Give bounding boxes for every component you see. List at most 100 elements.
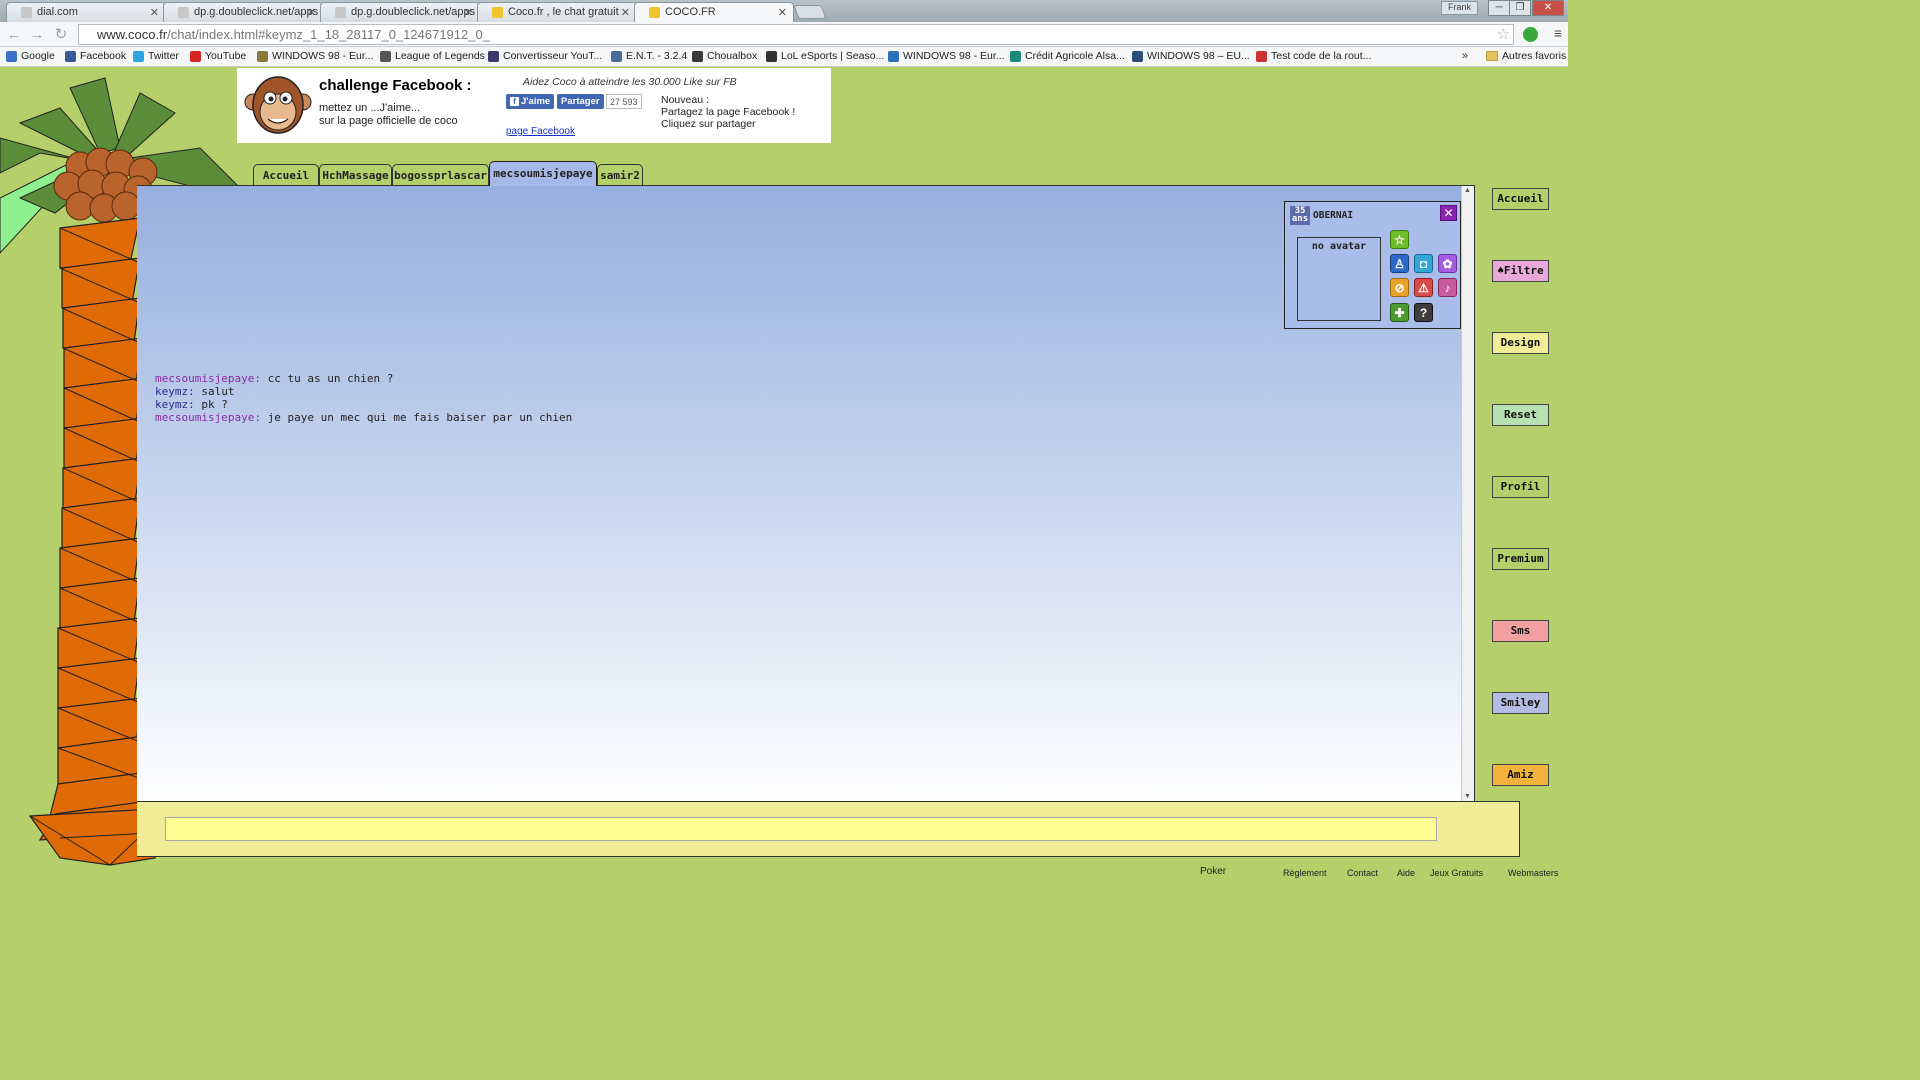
footer-link-aide[interactable]: Aide bbox=[1397, 868, 1415, 878]
choualbox-icon bbox=[692, 51, 703, 62]
amiz-button[interactable]: Amiz bbox=[1492, 764, 1549, 786]
browser-tab[interactable]: dial.com ✕ bbox=[6, 2, 166, 22]
message-input[interactable] bbox=[165, 817, 1437, 841]
message-text: pk ? bbox=[201, 398, 228, 411]
browser-tab[interactable]: Coco.fr , le chat gratuit ✕ bbox=[477, 2, 637, 22]
google-icon bbox=[6, 51, 17, 62]
close-tab-icon[interactable]: ✕ bbox=[150, 6, 159, 19]
chat-tab-bogossprlascar[interactable]: bogossprlascar bbox=[392, 164, 489, 185]
bookmark-windows98-2[interactable]: WINDOWS 98 - Eur... bbox=[888, 50, 1005, 62]
reload-icon[interactable]: ↻ bbox=[51, 25, 71, 45]
footer-link-contact[interactable]: Contact bbox=[1347, 868, 1378, 878]
message-nick[interactable]: keymz: bbox=[155, 385, 195, 398]
filtre-button[interactable]: ♠Filtre bbox=[1492, 260, 1549, 282]
message-text: cc tu as un chien ? bbox=[267, 372, 394, 385]
crown-icon bbox=[649, 7, 660, 18]
bookmark-youtube[interactable]: YouTube bbox=[190, 50, 246, 62]
design-button[interactable]: Design bbox=[1492, 332, 1549, 354]
chat-scrollbar[interactable]: ▲ ▼ bbox=[1461, 186, 1474, 801]
add-icon[interactable]: ✚ bbox=[1390, 303, 1409, 322]
youtube-icon bbox=[190, 51, 201, 62]
bookmark-ent[interactable]: E.N.T. - 3.2.4 bbox=[611, 50, 687, 62]
browser-tab-active[interactable]: COCO.FR ✕ bbox=[634, 2, 794, 22]
message-nick[interactable]: keymz: bbox=[155, 398, 195, 411]
browser-tab[interactable]: dp.g.doubleclick.net/apps ✕ bbox=[163, 2, 323, 22]
chat-tab-hchmassage[interactable]: HchMassage bbox=[319, 164, 392, 185]
page-icon bbox=[21, 7, 32, 18]
help-icon[interactable]: ? bbox=[1414, 303, 1433, 322]
camera-icon[interactable]: ◘ bbox=[1414, 254, 1433, 273]
twitter-icon bbox=[133, 51, 144, 62]
facebook-icon: f bbox=[510, 97, 519, 106]
facebook-like-button[interactable]: f J'aime bbox=[506, 94, 555, 109]
facebook-share-button[interactable]: Partager bbox=[557, 94, 604, 109]
accueil-button[interactable]: Accueil bbox=[1492, 188, 1549, 210]
microphone-icon[interactable]: ♪ bbox=[1438, 278, 1457, 297]
sms-button[interactable]: Sms bbox=[1492, 620, 1549, 642]
close-tab-icon[interactable]: ✕ bbox=[307, 6, 316, 19]
chat-tab-samir2[interactable]: samir2 bbox=[597, 164, 643, 185]
forward-icon[interactable]: → bbox=[27, 25, 47, 45]
flower-icon[interactable]: ✿ bbox=[1438, 254, 1457, 273]
other-bookmarks-folder[interactable]: Autres favoris bbox=[1486, 50, 1566, 62]
footer-link-poker[interactable]: Poker bbox=[1200, 866, 1226, 877]
bookmark-lol-esports[interactable]: LoL eSports | Seaso... bbox=[766, 50, 884, 62]
star-friend-icon[interactable]: ☆ bbox=[1390, 230, 1409, 249]
menu-icon[interactable]: ≡ bbox=[1554, 25, 1562, 41]
new-tab-button[interactable] bbox=[793, 5, 827, 19]
block-icon[interactable]: ⊘ bbox=[1390, 278, 1409, 297]
banner-line-2: sur la page officielle de coco bbox=[319, 115, 458, 127]
chat-tab-accueil[interactable]: Accueil bbox=[253, 164, 319, 185]
extension-icon[interactable] bbox=[1523, 27, 1538, 42]
bookmark-league[interactable]: League of Legends bbox=[380, 50, 485, 62]
monkey-logo-icon bbox=[244, 76, 312, 134]
close-tab-icon[interactable]: ✕ bbox=[778, 6, 787, 19]
bookmark-star-icon[interactable]: ☆ bbox=[1497, 25, 1510, 43]
back-icon[interactable]: ← bbox=[4, 25, 24, 45]
user-info-icon[interactable]: ♙ bbox=[1390, 254, 1409, 273]
message-text: salut bbox=[201, 385, 235, 398]
footer-link-jeux[interactable]: Jeux Gratuits bbox=[1430, 868, 1483, 878]
bookmark-windows98[interactable]: WINDOWS 98 - Eur... bbox=[257, 50, 374, 62]
reset-button[interactable]: Reset bbox=[1492, 404, 1549, 426]
close-profile-icon[interactable]: ✕ bbox=[1440, 205, 1457, 221]
crown-icon bbox=[492, 7, 503, 18]
address-bar[interactable]: www.coco.fr/chat/index.html#keymz_1_18_2… bbox=[78, 24, 1514, 45]
chat-tab-mecsoumisjepaye[interactable]: mecsoumisjepaye bbox=[489, 161, 597, 186]
banner-nouveau-heading: Nouveau : bbox=[661, 94, 709, 106]
close-tab-icon[interactable]: ✕ bbox=[621, 6, 630, 19]
message-nick[interactable]: mecsoumisjepaye: bbox=[155, 372, 261, 385]
browser-tab-label: Coco.fr , le chat gratuit bbox=[508, 6, 619, 18]
message-nick[interactable]: mecsoumisjepaye: bbox=[155, 411, 261, 424]
bookmark-windows98-3[interactable]: WINDOWS 98 – EU... bbox=[1132, 50, 1250, 62]
bookmarks-bar: Google Facebook Twitter YouTube WINDOWS … bbox=[0, 47, 1568, 67]
profile-user-badge[interactable]: Frank bbox=[1440, 1, 1478, 15]
bookmark-google[interactable]: Google bbox=[6, 50, 55, 62]
bookmark-facebook[interactable]: Facebook bbox=[65, 50, 126, 62]
facebook-page-link[interactable]: page Facebook bbox=[506, 126, 575, 137]
warning-icon[interactable]: ⚠ bbox=[1414, 278, 1433, 297]
bookmark-twitter[interactable]: Twitter bbox=[133, 50, 179, 62]
page-icon bbox=[257, 51, 268, 62]
restore-icon[interactable]: ❐ bbox=[1509, 0, 1531, 16]
bookmark-choualbox[interactable]: Choualbox bbox=[692, 50, 757, 62]
close-window-icon[interactable]: ✕ bbox=[1532, 0, 1564, 16]
scroll-up-icon[interactable]: ▲ bbox=[1464, 187, 1471, 194]
browser-tab[interactable]: dp.g.doubleclick.net/apps ✕ bbox=[320, 2, 480, 22]
page-icon bbox=[766, 51, 777, 62]
footer-link-webmasters[interactable]: Webmasters bbox=[1508, 868, 1558, 878]
bookmarks-overflow-button[interactable]: » bbox=[1462, 50, 1468, 62]
footer-link-reglement[interactable]: Règlement bbox=[1283, 868, 1327, 878]
smiley-button[interactable]: Smiley bbox=[1492, 692, 1549, 714]
bookmark-code-route[interactable]: Test code de la rout... bbox=[1256, 50, 1371, 62]
bookmark-credit-agricole[interactable]: Crédit Agricole Alsa... bbox=[1010, 50, 1125, 62]
close-tab-icon[interactable]: ✕ bbox=[464, 6, 473, 19]
message-input-bar bbox=[137, 801, 1520, 857]
banner-aidez-text: Aidez Coco à atteindre les 30.000 Like s… bbox=[523, 76, 737, 88]
banner-nouveau-line-2: Cliquez sur partager bbox=[661, 118, 756, 130]
scroll-down-icon[interactable]: ▼ bbox=[1464, 793, 1471, 800]
profil-button[interactable]: Profil bbox=[1492, 476, 1549, 498]
bookmark-convertisseur[interactable]: Convertisseur YouT... bbox=[488, 50, 602, 62]
minimize-icon[interactable]: ─ bbox=[1488, 0, 1510, 16]
premium-button[interactable]: Premium bbox=[1492, 548, 1549, 570]
